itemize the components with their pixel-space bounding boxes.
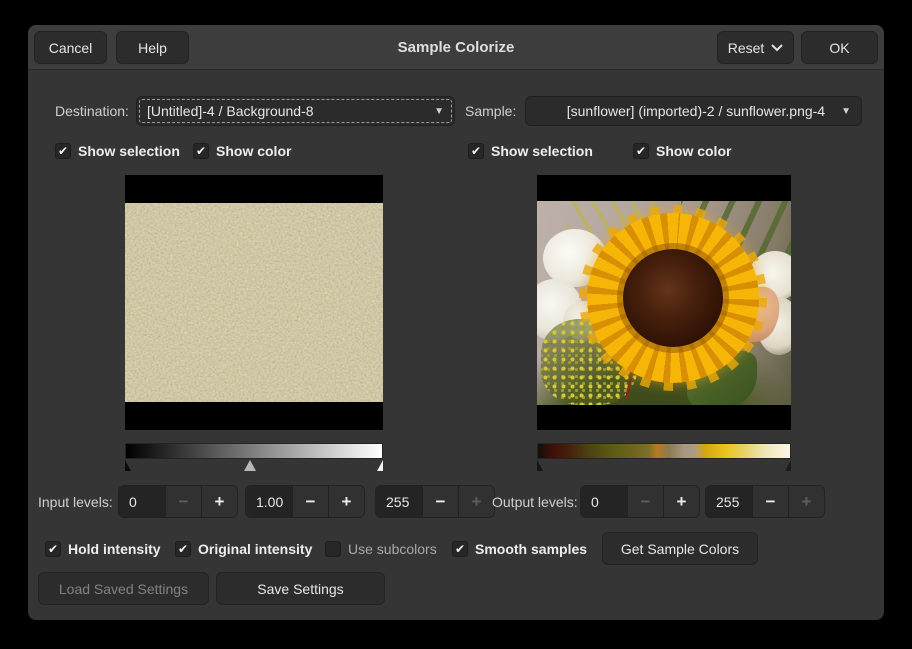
output-low-marker[interactable] bbox=[537, 460, 543, 471]
minus-button[interactable]: − bbox=[752, 486, 788, 517]
destination-preview-texture bbox=[125, 203, 383, 402]
checkbox-label: Smooth samples bbox=[475, 541, 587, 557]
save-settings-label: Save Settings bbox=[257, 581, 343, 597]
input-low-spinbutton: 0 − + bbox=[118, 485, 238, 518]
hold-intensity-checkbox[interactable]: ✔ Hold intensity bbox=[45, 540, 161, 558]
input-low-marker[interactable] bbox=[125, 460, 131, 471]
plus-button[interactable]: + bbox=[788, 486, 824, 517]
input-gamma-marker[interactable] bbox=[244, 460, 256, 471]
smooth-samples-checkbox[interactable]: ✔ Smooth samples bbox=[452, 540, 587, 558]
original-intensity-checkbox[interactable]: ✔ Original intensity bbox=[175, 540, 312, 558]
output-low-spinbutton: 0 − + bbox=[580, 485, 700, 518]
load-saved-settings-button[interactable]: Load Saved Settings bbox=[38, 572, 209, 605]
dropdown-arrow-icon: ▼ bbox=[426, 106, 444, 117]
input-high-spinbutton: 255 − + bbox=[375, 485, 495, 518]
output-high-spinbutton: 255 − + bbox=[705, 485, 825, 518]
checkbox-check-icon: ✔ bbox=[452, 541, 468, 557]
output-high-marker[interactable] bbox=[785, 460, 791, 471]
checkbox-check-icon: ✔ bbox=[55, 143, 71, 159]
checkbox-label: Show color bbox=[216, 143, 291, 159]
plus-button[interactable]: + bbox=[458, 486, 494, 517]
dropdown-arrow-icon: ▼ bbox=[833, 106, 851, 117]
output-low-entry[interactable]: 0 bbox=[581, 486, 627, 517]
sample-colors-gradient-bar bbox=[537, 443, 791, 459]
checkbox-check-icon: ✔ bbox=[468, 143, 484, 159]
destination-combobox[interactable]: [Untitled]-4 / Background-8 ▼ bbox=[136, 96, 455, 126]
input-low-entry[interactable]: 0 bbox=[119, 486, 165, 517]
checkbox-label: Original intensity bbox=[198, 541, 312, 557]
use-subcolors-checkbox[interactable]: Use subcolors bbox=[325, 540, 437, 558]
checkbox-check-icon: ✔ bbox=[175, 541, 191, 557]
checkbox-check-icon: ✔ bbox=[633, 143, 649, 159]
minus-button[interactable]: − bbox=[292, 486, 328, 517]
reset-button-label: Reset bbox=[728, 40, 765, 56]
minus-button[interactable]: − bbox=[627, 486, 663, 517]
save-settings-button[interactable]: Save Settings bbox=[216, 572, 385, 605]
plus-button[interactable]: + bbox=[201, 486, 237, 517]
input-high-entry[interactable]: 255 bbox=[376, 486, 422, 517]
destination-show-color-checkbox[interactable]: ✔ Show color bbox=[193, 142, 291, 160]
checkbox-label: Hold intensity bbox=[68, 541, 161, 557]
sample-combobox-value: [sunflower] (imported)-2 / sunflower.png… bbox=[567, 103, 825, 119]
destination-combobox-value: [Untitled]-4 / Background-8 bbox=[147, 103, 314, 119]
input-levels-label: Input levels: bbox=[38, 494, 113, 510]
input-high-marker[interactable] bbox=[377, 460, 383, 471]
sample-combobox[interactable]: [sunflower] (imported)-2 / sunflower.png… bbox=[525, 96, 862, 126]
sunflower-photo bbox=[537, 201, 791, 405]
minus-button[interactable]: − bbox=[422, 486, 458, 517]
reset-button[interactable]: Reset bbox=[717, 31, 794, 64]
output-high-entry[interactable]: 255 bbox=[706, 486, 752, 517]
destination-label: Destination: bbox=[55, 103, 129, 119]
sample-show-selection-checkbox[interactable]: ✔ Show selection bbox=[468, 142, 593, 160]
load-saved-settings-label: Load Saved Settings bbox=[59, 581, 188, 597]
sunflower-center bbox=[623, 249, 723, 347]
sample-preview bbox=[537, 175, 791, 430]
sample-colorize-dialog: Cancel Help Sample Colorize Reset OK Des… bbox=[28, 25, 884, 620]
ok-button-label: OK bbox=[829, 40, 849, 56]
checkbox-check-icon: ✔ bbox=[193, 143, 209, 159]
titlebar: Cancel Help Sample Colorize Reset OK bbox=[28, 25, 884, 70]
sample-label: Sample: bbox=[465, 103, 516, 119]
minus-button[interactable]: − bbox=[165, 486, 201, 517]
checkbox-check-icon: ✔ bbox=[45, 541, 61, 557]
output-level-markers bbox=[537, 459, 791, 472]
ok-button[interactable]: OK bbox=[801, 31, 878, 64]
output-levels-label: Output levels: bbox=[492, 494, 578, 510]
chevron-down-icon bbox=[771, 44, 783, 52]
get-sample-colors-label: Get Sample Colors bbox=[621, 541, 739, 557]
plus-button[interactable]: + bbox=[328, 486, 364, 517]
input-gamma-entry[interactable]: 1.00 bbox=[246, 486, 292, 517]
get-sample-colors-button[interactable]: Get Sample Colors bbox=[602, 532, 758, 565]
plus-button[interactable]: + bbox=[663, 486, 699, 517]
input-levels-gradient-bar bbox=[125, 443, 383, 459]
sample-show-color-checkbox[interactable]: ✔ Show color bbox=[633, 142, 731, 160]
input-gamma-spinbutton: 1.00 − + bbox=[245, 485, 365, 518]
destination-show-selection-checkbox[interactable]: ✔ Show selection bbox=[55, 142, 180, 160]
checkbox-label: Show color bbox=[656, 143, 731, 159]
checkbox-empty-icon bbox=[325, 541, 341, 557]
checkbox-label: Use subcolors bbox=[348, 541, 437, 557]
checkbox-label: Show selection bbox=[491, 143, 593, 159]
input-level-markers bbox=[125, 459, 383, 472]
destination-preview bbox=[125, 175, 383, 430]
checkbox-label: Show selection bbox=[78, 143, 180, 159]
